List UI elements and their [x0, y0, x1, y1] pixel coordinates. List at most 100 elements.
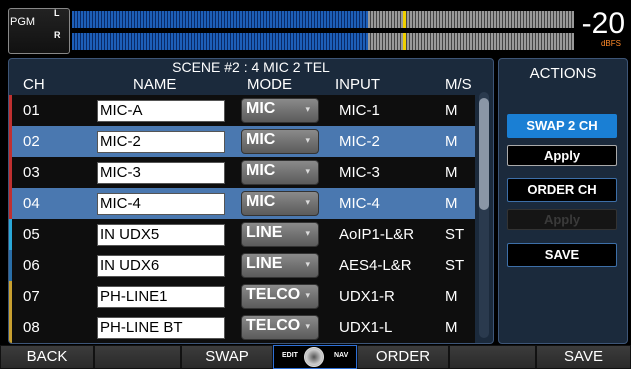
- channel-color-accent: [9, 281, 12, 313]
- back-button[interactable]: BACK: [0, 345, 94, 369]
- table-row[interactable]: 05 IN UDX5 LINE ▾ AoIP1-L&R ST: [9, 219, 475, 251]
- level-unit: dBFS: [600, 39, 621, 48]
- knob-nav-label: NAV: [334, 352, 349, 359]
- channel-color-accent: [9, 219, 12, 251]
- mode-select[interactable]: TELCO ▾: [241, 315, 319, 340]
- input-source: MIC-3: [339, 164, 380, 181]
- table-row[interactable]: 02 MIC-2 MIC ▾ MIC-2 M: [9, 126, 475, 158]
- swap-2-ch-button[interactable]: SWAP 2 CH: [507, 114, 617, 138]
- mono-stereo: ST: [445, 226, 465, 243]
- channel-color-accent: [9, 95, 12, 127]
- mode-select[interactable]: MIC ▾: [241, 191, 319, 216]
- knob-edit-label: EDIT: [282, 352, 298, 359]
- order-button[interactable]: ORDER: [357, 345, 449, 369]
- right-level-bar: [72, 33, 574, 50]
- channel-number: 07: [23, 288, 40, 305]
- channel-name-field[interactable]: PH-LINE1: [97, 286, 225, 308]
- right-level-track: [368, 33, 574, 50]
- table-row[interactable]: 07 PH-LINE1 TELCO ▾ UDX1-R M: [9, 281, 475, 313]
- edit-nav-knob[interactable]: EDIT NAV: [273, 345, 357, 369]
- mode-select[interactable]: TELCO ▾: [241, 284, 319, 309]
- table-row[interactable]: 06 IN UDX6 LINE ▾ AES4-L&R ST: [9, 250, 475, 282]
- footer-bar: BACK SWAP EDIT NAV ORDER SAVE: [0, 345, 631, 369]
- header-ms: M/S: [445, 76, 472, 93]
- input-source: UDX1-L: [339, 319, 393, 336]
- channel-color-accent: [9, 126, 12, 158]
- mode-select[interactable]: LINE ▾: [241, 253, 319, 278]
- footer-empty-button-1[interactable]: [94, 345, 181, 369]
- mode-select[interactable]: MIC ▾: [241, 98, 319, 123]
- channel-number: 01: [23, 102, 40, 119]
- left-level-bar: [72, 11, 574, 28]
- footer-empty-button-2[interactable]: [449, 345, 536, 369]
- order-ch-button[interactable]: ORDER CH: [507, 178, 617, 202]
- channel-color-accent: [9, 157, 12, 189]
- mono-stereo: M: [445, 288, 458, 305]
- table-row[interactable]: 03 MIC-3 MIC ▾ MIC-3 M: [9, 157, 475, 189]
- save-scene-button[interactable]: SAVE: [507, 243, 617, 267]
- apply-order-button: Apply: [507, 209, 617, 230]
- channel-name-field[interactable]: MIC-4: [97, 193, 225, 215]
- swap-button[interactable]: SWAP: [181, 345, 273, 369]
- input-source: UDX1-R: [339, 288, 395, 305]
- channel-color-accent: [9, 250, 12, 282]
- header-mode: MODE: [247, 76, 292, 93]
- input-source: AES4-L&R: [339, 257, 412, 274]
- channel-number: 04: [23, 195, 40, 212]
- mode-value: MIC: [246, 162, 276, 179]
- mode-select[interactable]: MIC ▾: [241, 129, 319, 154]
- header-name: NAME: [133, 76, 177, 93]
- channel-number: 03: [23, 164, 40, 181]
- pgm-label: PGM: [10, 16, 36, 28]
- table-row[interactable]: 01 MIC-A MIC ▾ MIC-1 M: [9, 95, 475, 127]
- mode-select[interactable]: LINE ▾: [241, 222, 319, 247]
- apply-swap-button[interactable]: Apply: [507, 145, 617, 166]
- table-row[interactable]: 08 PH-LINE BT TELCO ▾ UDX1-L M: [9, 312, 475, 343]
- left-level-fill: [72, 11, 368, 28]
- mode-value: TELCO: [246, 317, 301, 334]
- header-input: INPUT: [335, 76, 380, 93]
- level-readout: -20: [581, 7, 625, 40]
- channel-name-field[interactable]: IN UDX5: [97, 224, 225, 246]
- scrollbar-thumb[interactable]: [479, 98, 489, 210]
- table-row[interactable]: 04 MIC-4 MIC ▾ MIC-4 M: [9, 188, 475, 220]
- input-source: MIC-4: [339, 195, 380, 212]
- mode-value: MIC: [246, 100, 276, 117]
- mono-stereo: M: [445, 133, 458, 150]
- channel-number: 02: [23, 133, 40, 150]
- mono-stereo: M: [445, 195, 458, 212]
- chevron-down-icon: ▾: [305, 104, 310, 114]
- left-level-track: [368, 11, 574, 28]
- chevron-down-icon: ▾: [305, 228, 310, 238]
- channel-name-field[interactable]: MIC-3: [97, 162, 225, 184]
- mode-value: MIC: [246, 131, 276, 148]
- chevron-down-icon: ▾: [305, 197, 310, 207]
- mono-stereo: ST: [445, 257, 465, 274]
- chevron-down-icon: ▾: [305, 135, 310, 145]
- knob-dial-icon[interactable]: [304, 347, 324, 367]
- channel-number: 08: [23, 319, 40, 336]
- mode-value: LINE: [246, 224, 283, 241]
- mode-value: TELCO: [246, 286, 301, 303]
- right-peak-marker: [403, 33, 406, 50]
- right-channel-label: R: [54, 30, 61, 40]
- chevron-down-icon: ▾: [305, 290, 310, 300]
- channel-name-field[interactable]: MIC-A: [97, 100, 225, 122]
- chevron-down-icon: ▾: [305, 321, 310, 331]
- channel-number: 06: [23, 257, 40, 274]
- scene-title: SCENE #2 : 4 MIC 2 TEL: [172, 59, 330, 75]
- mode-select[interactable]: MIC ▾: [241, 160, 319, 185]
- channel-table-panel: SCENE #2 : 4 MIC 2 TEL CH NAME MODE INPU…: [8, 58, 494, 344]
- input-source: MIC-1: [339, 102, 380, 119]
- channel-color-accent: [9, 188, 12, 220]
- mono-stereo: M: [445, 319, 458, 336]
- channel-number: 05: [23, 226, 40, 243]
- chevron-down-icon: ▾: [305, 166, 310, 176]
- channel-color-accent: [9, 312, 12, 343]
- channel-name-field[interactable]: MIC-2: [97, 131, 225, 153]
- channel-name-field[interactable]: PH-LINE BT: [97, 317, 225, 339]
- channel-name-field[interactable]: IN UDX6: [97, 255, 225, 277]
- save-button[interactable]: SAVE: [536, 345, 631, 369]
- table-scrollbar[interactable]: [479, 92, 489, 338]
- actions-title: ACTIONS: [529, 65, 597, 82]
